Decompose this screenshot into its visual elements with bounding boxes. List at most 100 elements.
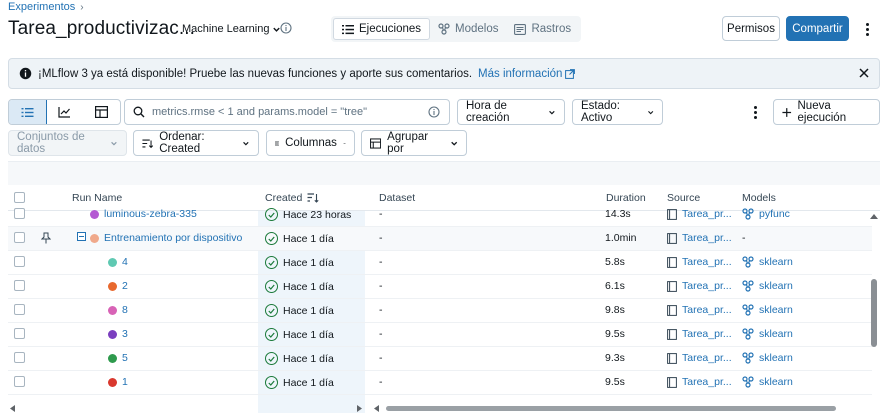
model-link[interactable]: sklearn <box>759 256 793 268</box>
model-link[interactable]: pyfunc <box>759 208 790 220</box>
tab-traces[interactable]: Rastros <box>506 18 579 40</box>
source-link[interactable]: Tarea_pr... <box>682 352 732 364</box>
model-link[interactable]: sklearn <box>759 352 793 364</box>
table-row[interactable]: Entrenamiento por dispositivo Hace 1 día -… <box>8 227 872 251</box>
model-link[interactable]: sklearn <box>759 280 793 292</box>
table-header-band <box>8 161 880 185</box>
new-run-button[interactable]: Nueva ejecución <box>773 99 880 125</box>
source-link[interactable]: Tarea_pr... <box>682 256 732 268</box>
search-input[interactable]: metrics.rmse < 1 and params.model = "tre… <box>124 99 450 125</box>
runs-table: Run Name Created Dataset Duration Source… <box>8 161 880 413</box>
duration-value: 5.8s <box>605 256 625 268</box>
search-icon <box>133 106 145 118</box>
row-checkbox[interactable] <box>14 352 25 363</box>
more-options-icon[interactable] <box>858 18 876 40</box>
source-link[interactable]: Tarea_pr... <box>682 232 732 244</box>
scroll-right-icon[interactable] <box>356 405 362 412</box>
state-filter-dropdown[interactable]: Estado: Activo <box>572 99 663 125</box>
scroll-up-icon[interactable] <box>870 213 878 220</box>
close-icon[interactable] <box>857 66 871 80</box>
table-row[interactable]: 4 Hace 1 día - 5.8s Tarea_pr... sklearn <box>8 251 872 275</box>
datasets-dropdown[interactable]: Conjuntos de datos <box>8 130 127 156</box>
table-row[interactable]: 5 Hace 1 día - 9.3s Tarea_pr... sklearn <box>8 347 872 371</box>
source-link[interactable]: Tarea_pr... <box>682 328 732 340</box>
columns-dropdown[interactable]: Columnas <box>266 130 355 156</box>
tab-traces-label: Rastros <box>531 23 572 35</box>
dataset-value: - <box>379 328 383 340</box>
run-name-link[interactable]: 3 <box>122 328 128 340</box>
row-checkbox[interactable] <box>14 256 25 267</box>
columns-label: Columnas <box>285 137 337 149</box>
run-color-dot <box>90 209 99 219</box>
collapse-icon[interactable] <box>77 232 86 241</box>
sort-dropdown[interactable]: Ordenar: Created <box>133 130 259 156</box>
grid-view-button[interactable] <box>83 100 120 124</box>
table-row[interactable]: 1 Hace 1 día - 9.5s Tarea_pr... sklearn <box>8 371 872 395</box>
more-options-icon[interactable] <box>746 101 764 123</box>
table-row[interactable]: 8 Hace 1 día - 9.8s Tarea_pr... sklearn <box>8 299 872 323</box>
model-link[interactable]: sklearn <box>759 328 793 340</box>
info-icon <box>19 67 32 80</box>
share-button[interactable]: Compartir <box>786 16 849 41</box>
models-icon <box>742 328 754 340</box>
horizontal-scrollbar-left[interactable] <box>8 403 364 413</box>
chart-view-button[interactable] <box>46 100 83 124</box>
horizontal-scroll-thumb[interactable] <box>386 406 836 411</box>
select-all-checkbox[interactable] <box>14 192 25 203</box>
list-icon <box>21 107 34 117</box>
view-mode-toggle <box>8 99 121 125</box>
table-row[interactable]: 2 Hace 1 día - 6.1s Tarea_pr... sklearn <box>8 275 872 299</box>
scroll-left-icon[interactable] <box>374 405 380 412</box>
run-name-link[interactable]: 5 <box>122 352 128 364</box>
source-link[interactable]: Tarea_pr... <box>682 208 732 220</box>
plus-icon <box>782 107 792 117</box>
breadcrumb-experiments-link[interactable]: Experimentos <box>8 1 75 13</box>
created-value: Hace 23 horas <box>283 208 352 221</box>
source-link[interactable]: Tarea_pr... <box>682 376 732 388</box>
tab-runs[interactable]: Ejecuciones <box>333 18 431 40</box>
row-checkbox[interactable] <box>14 376 25 387</box>
row-checkbox[interactable] <box>14 304 25 315</box>
permissions-button[interactable]: Permisos <box>722 16 780 41</box>
group-icon <box>370 137 382 149</box>
sort-time-dropdown[interactable]: Hora de creación <box>457 99 565 125</box>
table-view-button[interactable] <box>9 100 47 124</box>
info-icon[interactable] <box>280 22 292 34</box>
row-checkbox[interactable] <box>14 208 25 219</box>
run-name-link[interactable]: 4 <box>122 256 128 268</box>
run-name-link[interactable]: Entrenamiento por dispositivo <box>104 232 242 244</box>
table-row[interactable]: luminous-zebra-335 Hace 23 horas - 14.3s Tar… <box>8 203 872 227</box>
vertical-scrollbar[interactable] <box>868 211 880 403</box>
traces-icon <box>514 23 527 35</box>
tab-runs-label: Ejecuciones <box>359 23 422 35</box>
source-link[interactable]: Tarea_pr... <box>682 304 732 316</box>
vertical-scroll-thumb[interactable] <box>871 279 877 347</box>
sort-icon <box>142 138 154 148</box>
table-icon <box>95 106 108 118</box>
group-by-dropdown[interactable]: Agrupar por <box>361 130 467 156</box>
row-checkbox[interactable] <box>14 232 25 243</box>
tab-models[interactable]: Modelos <box>430 18 506 40</box>
horizontal-scrollbar-right[interactable] <box>372 403 880 413</box>
run-name-link[interactable]: luminous-zebra-335 <box>104 208 197 220</box>
run-name-link[interactable]: 1 <box>122 376 128 388</box>
sort-time-label: Hora de creación <box>466 100 510 124</box>
model-link[interactable]: sklearn <box>759 376 793 388</box>
duration-value: 1.0min <box>605 232 637 244</box>
run-name-link[interactable]: 2 <box>122 280 128 292</box>
row-checkbox[interactable] <box>14 328 25 339</box>
notebook-icon <box>667 208 677 220</box>
breadcrumb: Experimentos › <box>8 0 84 14</box>
source-link[interactable]: Tarea_pr... <box>682 280 732 292</box>
model-link[interactable]: sklearn <box>759 304 793 316</box>
row-checkbox[interactable] <box>14 280 25 291</box>
info-icon[interactable] <box>428 106 440 118</box>
table-row[interactable]: 3 Hace 1 día - 9.5s Tarea_pr... sklearn <box>8 323 872 347</box>
dataset-value: - <box>379 256 383 268</box>
run-name-link[interactable]: 8 <box>122 304 128 316</box>
scroll-left-icon[interactable] <box>10 405 16 412</box>
pin-icon[interactable] <box>41 232 51 244</box>
banner-link[interactable]: Más información <box>478 68 576 80</box>
duration-value: 9.3s <box>605 352 625 364</box>
experiment-type-dropdown[interactable]: Machine Learning <box>178 19 285 39</box>
